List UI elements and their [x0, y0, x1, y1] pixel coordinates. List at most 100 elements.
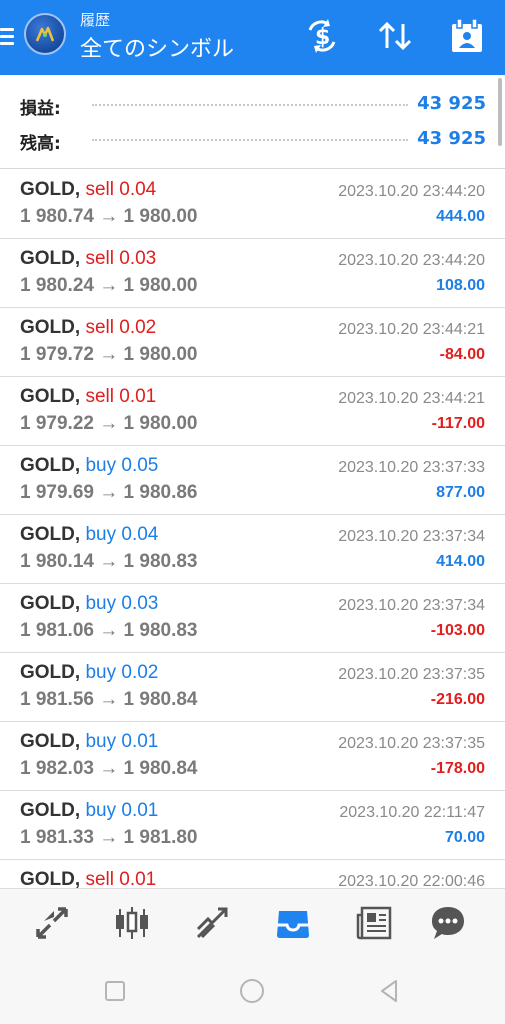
close-price: 1 980.83 [123, 620, 198, 641]
trade-title: GOLD, buy 0.02 [20, 662, 158, 684]
trade-side: sell 0.02 [85, 317, 156, 338]
arrow-icon: → [99, 344, 119, 365]
profit-label: 損益: [20, 99, 61, 119]
news-icon[interactable] [354, 903, 394, 943]
system-navigation-bar [0, 954, 505, 1024]
trade-time: 2023.10.20 23:44:21 [338, 390, 485, 407]
app-logo-icon[interactable] [24, 13, 66, 55]
trade-symbol: GOLD, [20, 662, 81, 683]
trade-side-type: buy [85, 731, 117, 752]
close-price: 1 980.00 [123, 344, 198, 365]
close-price: 1 980.83 [123, 551, 198, 572]
arrow-icon: → [99, 620, 119, 641]
calendar-period-icon[interactable] [447, 16, 487, 56]
trade-icon[interactable] [192, 903, 232, 943]
trade-symbol: GOLD, [20, 524, 81, 545]
trade-lots: 0.04 [119, 179, 157, 200]
trade-side: sell 0.03 [85, 248, 156, 269]
currency-exchange-icon[interactable]: $ [302, 16, 342, 56]
open-price: 1 981.56 [20, 689, 94, 710]
page-title[interactable]: 全てのシンボル [80, 31, 234, 63]
back-icon[interactable] [376, 978, 402, 1004]
trade-side-type: buy [85, 593, 117, 614]
balance-label: 残高: [20, 134, 61, 154]
quotes-icon[interactable] [32, 903, 72, 943]
trade-symbol: GOLD, [20, 317, 81, 338]
balance-value: 43 925 [417, 128, 486, 149]
trade-symbol: GOLD, [20, 386, 81, 407]
trade-prices: 1 981.06 → 1 980.83 [20, 620, 198, 642]
trade-time: 2023.10.20 23:37:35 [338, 666, 485, 683]
trade-side: buy 0.03 [85, 593, 158, 614]
trade-row[interactable]: GOLD, buy 0.01 1 982.03 → 1 980.84 2023.10… [0, 722, 505, 791]
trade-time: 2023.10.20 23:44:20 [338, 252, 485, 269]
profit-value: 43 925 [417, 93, 486, 114]
trade-profit: -84.00 [439, 346, 485, 363]
trade-time: 2023.10.20 23:37:34 [338, 597, 485, 614]
trade-lots: 0.01 [121, 800, 159, 821]
trade-side-type: sell [85, 179, 114, 200]
bottom-navigation [0, 888, 505, 954]
trade-title: GOLD, buy 0.01 [20, 731, 158, 753]
trade-side: buy 0.02 [85, 662, 158, 683]
trade-time: 2023.10.20 22:11:47 [339, 804, 485, 821]
trade-profit: -117.00 [431, 415, 485, 432]
trade-time: 2023.10.20 23:44:20 [338, 183, 485, 200]
trade-prices: 1 979.69 → 1 980.86 [20, 482, 198, 504]
trade-prices: 1 982.03 → 1 980.84 [20, 758, 198, 780]
trade-row[interactable]: GOLD, buy 0.05 1 979.69 → 1 980.86 2023.10… [0, 446, 505, 515]
trade-side: buy 0.04 [85, 524, 158, 545]
close-price: 1 980.00 [123, 206, 198, 227]
arrow-icon: → [99, 275, 119, 296]
trade-prices: 1 980.14 → 1 980.83 [20, 551, 198, 573]
trade-row[interactable]: GOLD, buy 0.01 1 981.33 → 1 981.80 2023.10… [0, 791, 505, 860]
home-icon[interactable] [239, 978, 265, 1004]
trade-title: GOLD, sell 0.01 [20, 386, 156, 408]
chat-icon[interactable] [428, 903, 468, 943]
trade-time: 2023.10.20 23:37:35 [338, 735, 485, 752]
trade-profit: 108.00 [436, 277, 485, 294]
trade-row[interactable]: GOLD, buy 0.03 1 981.06 → 1 980.83 2023.10… [0, 584, 505, 653]
close-price: 1 980.00 [123, 413, 198, 434]
trade-title: GOLD, buy 0.04 [20, 524, 158, 546]
menu-icon[interactable] [0, 28, 14, 46]
trade-symbol: GOLD, [20, 869, 81, 888]
open-price: 1 980.74 [20, 206, 94, 227]
close-price: 1 980.86 [123, 482, 198, 503]
trade-lots: 0.02 [119, 317, 157, 338]
trade-lots: 0.02 [121, 662, 159, 683]
trade-row[interactable]: GOLD, buy 0.02 1 981.56 → 1 980.84 2023.10… [0, 653, 505, 722]
trade-profit: -178.00 [430, 760, 485, 777]
trade-side-type: buy [85, 455, 117, 476]
trade-prices: 1 980.24 → 1 980.00 [20, 275, 198, 297]
trade-side-type: sell [85, 317, 114, 338]
open-price: 1 982.03 [20, 758, 94, 779]
trade-title: GOLD, buy 0.01 [20, 800, 158, 822]
dotted-leader [92, 104, 408, 106]
trade-time: 2023.10.20 23:37:33 [338, 459, 485, 476]
arrow-icon: → [99, 482, 119, 503]
trade-title: GOLD, sell 0.01 [20, 869, 156, 888]
trade-row[interactable]: GOLD, sell 0.01 2023.10.20 22:00:46 [0, 860, 505, 888]
recent-apps-icon[interactable] [102, 978, 128, 1004]
trade-lots: 0.04 [121, 524, 159, 545]
open-price: 1 981.06 [20, 620, 94, 641]
trade-row[interactable]: GOLD, sell 0.04 1 980.74 → 1 980.00 2023.1… [0, 170, 505, 239]
trade-side-type: buy [85, 662, 117, 683]
sort-icon[interactable] [375, 16, 415, 56]
trade-symbol: GOLD, [20, 731, 81, 752]
trade-lots: 0.01 [121, 731, 159, 752]
close-price: 1 980.84 [123, 758, 198, 779]
trade-row[interactable]: GOLD, sell 0.02 1 979.72 → 1 980.00 2023.1… [0, 308, 505, 377]
trade-side: buy 0.05 [85, 455, 158, 476]
arrow-icon: → [99, 827, 119, 848]
trade-prices: 1 979.22 → 1 980.00 [20, 413, 198, 435]
trade-row[interactable]: GOLD, sell 0.03 1 980.24 → 1 980.00 2023.1… [0, 239, 505, 308]
chart-icon[interactable] [112, 903, 152, 943]
trade-row[interactable]: GOLD, sell 0.01 1 979.22 → 1 980.00 2023.1… [0, 377, 505, 446]
trade-symbol: GOLD, [20, 455, 81, 476]
scrollbar[interactable] [498, 78, 502, 146]
history-icon[interactable] [273, 903, 313, 943]
trade-history-list[interactable]: GOLD, sell 0.04 1 980.74 → 1 980.00 2023.1… [0, 170, 505, 888]
trade-row[interactable]: GOLD, buy 0.04 1 980.14 → 1 980.83 2023.10… [0, 515, 505, 584]
